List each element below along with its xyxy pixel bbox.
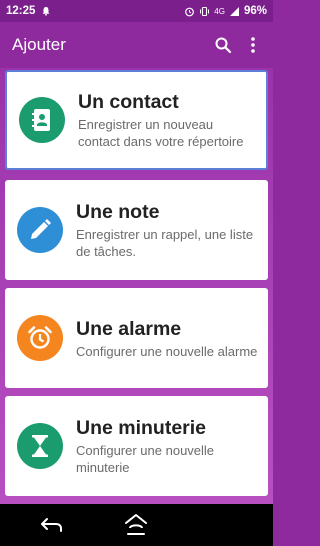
card-title: Une alarme (76, 317, 182, 340)
back-button[interactable] (38, 511, 66, 539)
add-timer-card[interactable]: Une minuterie Configurer une nouvelle mi… (5, 396, 268, 496)
signal-icon (229, 6, 239, 16)
search-button[interactable] (213, 35, 233, 55)
pencil-icon (17, 207, 63, 253)
more-vert-icon (251, 37, 255, 53)
alarm-clock-icon (17, 315, 63, 361)
add-options-list: Un contact Enregistrer un nouveau contac… (0, 68, 273, 504)
card-description: Configurer une nouvelle alarme (76, 343, 258, 359)
home-button[interactable] (122, 511, 150, 539)
search-icon (215, 37, 232, 54)
hourglass-icon (17, 423, 63, 469)
card-title: Une note (76, 201, 160, 223)
contact-icon (19, 97, 65, 143)
navigation-bar (0, 504, 273, 546)
app-bar: Ajouter (0, 22, 273, 68)
add-contact-card[interactable]: Un contact Enregistrer un nouveau contac… (5, 70, 268, 170)
card-description: Enregistrer un rappel, une liste de tâch… (76, 227, 254, 259)
add-note-card[interactable]: Une note Enregistrer un rappel, une list… (5, 180, 268, 280)
card-description: Enregistrer un nouveau contact dans votr… (78, 117, 244, 149)
alarm-status-icon (185, 7, 195, 16)
more-options-button[interactable] (243, 35, 263, 55)
home-icon (125, 514, 147, 535)
battery-percent: 96% (243, 5, 267, 17)
notification-bell-icon (42, 7, 50, 16)
status-bar: 12:25 4G 96% (0, 0, 273, 22)
status-time: 12:25 (6, 5, 36, 17)
vibrate-icon (200, 6, 210, 16)
add-alarm-card[interactable]: Une alarme Configurer une nouvelle alarm… (5, 288, 268, 388)
page-title: Ajouter (12, 35, 66, 54)
card-description: Configurer une nouvelle minuterie (76, 443, 215, 475)
card-title: Une minuterie (76, 417, 207, 439)
back-arrow-icon (41, 518, 62, 532)
card-title: Un contact (78, 91, 179, 113)
network-type: 4G (214, 6, 225, 16)
